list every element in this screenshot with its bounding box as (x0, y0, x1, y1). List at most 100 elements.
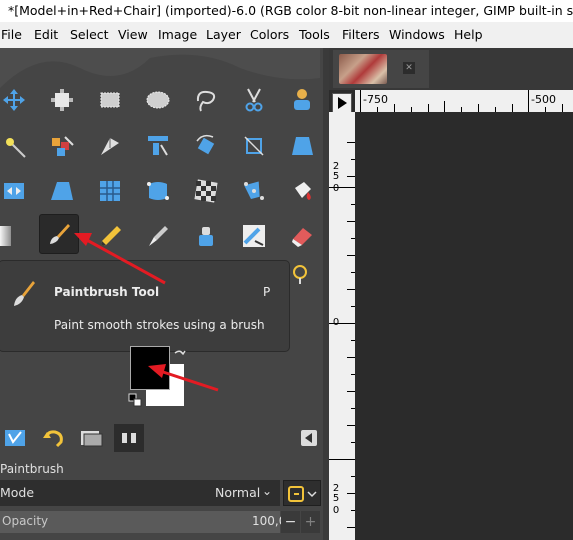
foreground-color-swatch[interactable] (130, 346, 170, 390)
rotate-tool-icon (196, 134, 215, 155)
vertical-ruler[interactable]: 2 5 0 0 2 5 0 (329, 112, 355, 540)
window-title-bar: *[Model+in+Red+Chair] (imported)-6.0 (RG… (0, 0, 573, 22)
cage-transform-tool-icon (100, 181, 120, 201)
tab-images[interactable] (76, 424, 106, 452)
image-tabs-bar: ✕ (329, 48, 573, 90)
opacity-slider[interactable]: Opacity 100,0 (0, 511, 286, 533)
menu-bar: File Edit Select View Image Layer Colors… (0, 22, 573, 48)
opacity-decrease-button[interactable]: − (281, 511, 300, 533)
menu-file[interactable]: File (1, 27, 22, 42)
by-color-select-tool-icon (52, 136, 74, 156)
paintbrush-tool[interactable] (39, 214, 79, 254)
menu-edit[interactable]: Edit (34, 27, 58, 42)
mode-reset-button[interactable] (283, 480, 321, 506)
smudge-tool[interactable] (235, 217, 273, 255)
warp-transform-tool[interactable] (139, 172, 177, 210)
window-title: *[Model+in+Red+Chair] (imported)-6.0 (RG… (8, 3, 573, 18)
bucket-fill-tool-icon (244, 181, 264, 200)
menu-select[interactable]: Select (70, 27, 109, 42)
clone-tool[interactable] (187, 217, 225, 255)
crop-tool-icon (244, 136, 264, 156)
gradient-tool-icon (295, 182, 311, 200)
blend-tool[interactable] (0, 217, 17, 255)
bucket-fill-tool[interactable] (235, 172, 273, 210)
vruler-label-0b: 0 (332, 317, 340, 328)
tooltip-description: Paint smooth strokes using a brush (54, 318, 265, 332)
menu-image[interactable]: Image (158, 27, 197, 42)
close-icon[interactable]: ✕ (403, 62, 415, 74)
foreground-select-tool[interactable] (283, 81, 321, 119)
align-tool[interactable] (139, 127, 177, 165)
free-select-tool-icon (196, 90, 216, 112)
menu-view[interactable]: View (118, 27, 148, 42)
free-select-tool[interactable] (187, 81, 225, 119)
menu-windows[interactable]: Windows (389, 27, 445, 42)
tool-options-title: Paintbrush (0, 462, 64, 476)
perspective-tool[interactable] (283, 127, 321, 165)
blend-tool-icon (0, 226, 11, 246)
device-status-icon (122, 433, 136, 443)
ink-tool[interactable] (139, 217, 177, 255)
tab-undo-history[interactable] (38, 424, 68, 452)
crop-tool[interactable] (235, 127, 273, 165)
shear-tool[interactable] (43, 172, 81, 210)
dock-tabs (0, 422, 323, 456)
paths-tool[interactable] (91, 127, 129, 165)
mode-value: Normal (215, 485, 261, 500)
smudge-tool-icon (243, 225, 265, 247)
ellipse-select-tool[interactable] (139, 81, 177, 119)
image-thumbnail (339, 54, 387, 84)
image-tab[interactable]: ✕ (333, 50, 429, 88)
eraser-tool[interactable] (283, 217, 321, 255)
move-tool-icon (3, 89, 25, 111)
swap-colors-icon[interactable] (172, 348, 186, 362)
fuzzy-select-tool-icon (6, 138, 26, 158)
vruler-label-5a: 5 (332, 171, 340, 182)
rect-select-tool[interactable] (91, 81, 129, 119)
warp-transform-tool-icon (147, 182, 169, 200)
by-color-select-tool[interactable] (43, 127, 81, 165)
tab-tool-options[interactable] (0, 424, 30, 452)
tab-device-status[interactable] (114, 424, 144, 452)
quick-mask-toggle[interactable] (332, 93, 352, 113)
triangle-left-icon (305, 433, 312, 443)
dodge-burn-tool-icon[interactable] (290, 264, 310, 286)
handle-transform-tool-icon (194, 179, 218, 203)
paintbrush-tooltip-icon (14, 281, 35, 306)
menu-filters[interactable]: Filters (342, 27, 379, 42)
mode-options-icon (288, 486, 317, 502)
mode-dropdown[interactable]: Mode Normal ⌄ (0, 480, 280, 506)
paths-tool-icon (101, 138, 119, 155)
ruler-label-minus750: -750 (363, 93, 388, 106)
triangle-right-icon (338, 97, 347, 109)
default-colors-icon[interactable] (128, 393, 142, 407)
tooltip-shortcut: P (263, 285, 271, 299)
gradient-tool[interactable] (283, 172, 321, 210)
tooltip-title: Paintbrush Tool (54, 285, 160, 299)
vruler-label-0c: 0 (332, 505, 340, 516)
cage-transform-tool[interactable] (91, 172, 129, 210)
pencil-tool[interactable] (91, 217, 129, 255)
rotate-tool[interactable] (187, 127, 225, 165)
menu-colors[interactable]: Colors (250, 27, 289, 42)
flip-tool[interactable] (0, 172, 33, 210)
eraser-tool-icon (292, 228, 312, 247)
menu-tools[interactable]: Tools (299, 27, 330, 42)
handle-transform-tool[interactable] (187, 172, 225, 210)
image-canvas[interactable] (356, 112, 573, 540)
paintbrush-tool-icon (50, 224, 70, 244)
ruler-label-minus500: -500 (531, 93, 556, 106)
menu-help[interactable]: Help (454, 27, 483, 42)
clone-tool-icon (199, 227, 213, 246)
opacity-increase-button[interactable]: + (301, 511, 320, 533)
fuzzy-select-tool[interactable] (0, 127, 33, 165)
images-icon (81, 431, 103, 447)
scissors-select-tool[interactable] (235, 81, 273, 119)
horizontal-ruler[interactable]: -750 -500 (355, 90, 573, 112)
menu-layer[interactable]: Layer (206, 27, 241, 42)
paintbrush-tooltip: Paintbrush Tool P Paint smooth strokes u… (0, 260, 290, 352)
unified-transform-tool[interactable] (43, 81, 81, 119)
move-tool[interactable] (0, 81, 33, 119)
mode-label: Mode (0, 485, 35, 500)
dock-menu-button[interactable] (301, 430, 317, 446)
